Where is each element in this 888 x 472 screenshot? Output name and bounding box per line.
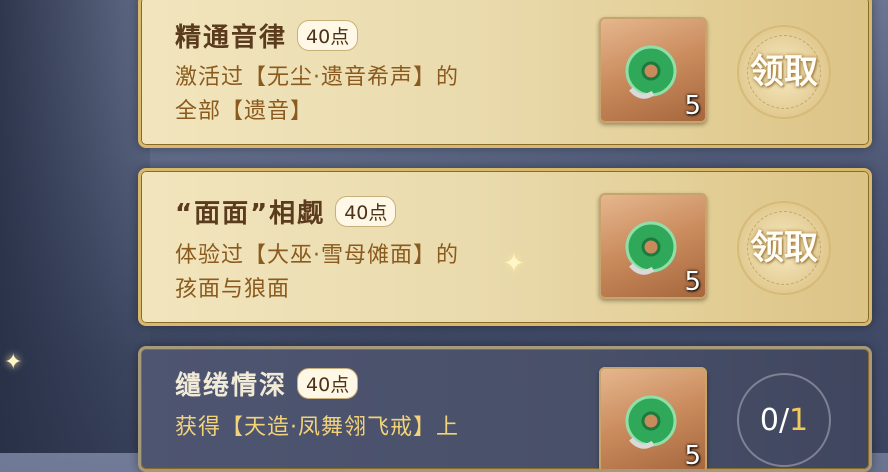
task-card: 精通音律 40点 激活过【无尘·遗音希声】的 全部【遗音】 5 领取 [138,0,872,148]
claim-label: 领取 [750,228,818,268]
background-panel [0,0,150,453]
reward-quantity: 5 [684,267,701,297]
claim-button[interactable]: 领取 [737,25,831,119]
progress-current: 0 [759,402,779,438]
progress-goal: 1 [789,402,809,438]
claim-button[interactable]: 领取 [737,201,831,295]
claim-label: 领取 [750,52,818,92]
points-badge: 40点 [335,196,397,227]
reward-quantity: 5 [684,91,701,121]
task-desc-line: 激活过【无尘·遗音希声】的 [175,65,459,90]
jade-disc-icon [625,221,677,275]
task-title-row: 缱绻情深 40点 [175,365,359,402]
task-card: “面面”相觑 40点 体验过【大巫·雪母傩面】的 孩面与狼面 ✦ 5 领取 [138,168,872,326]
reward-item[interactable]: 5 [599,367,707,471]
reward-item[interactable]: 5 [599,17,707,123]
task-title-row: 精通音律 40点 [175,17,359,54]
sparkle-icon: ✦ [503,249,525,279]
task-desc-line: 孩面与狼面 [175,277,291,302]
task-title: “面面”相觑 [175,199,326,229]
task-desc-line: 全部【遗音】 [175,99,314,124]
progress-separator: / [778,402,790,438]
reward-item[interactable]: 5 [599,193,707,299]
jade-disc-icon [625,45,677,99]
points-badge: 40点 [297,20,359,51]
task-title: 精通音律 [175,23,288,53]
task-title-row: “面面”相觑 40点 [175,193,397,230]
sparkle-icon: ✦ [4,350,23,375]
points-badge: 40点 [297,368,359,399]
task-desc-line: 获得【天造·凤舞翎飞戒】上 [175,415,459,440]
task-card: 缱绻情深 40点 获得【天造·凤舞翎飞戒】上 5 0 / 1 [138,346,872,472]
reward-quantity: 5 [684,441,701,471]
jade-disc-icon [625,395,677,449]
task-desc-line: 体验过【大巫·雪母傩面】的 [175,243,459,268]
task-title: 缱绻情深 [175,371,288,401]
